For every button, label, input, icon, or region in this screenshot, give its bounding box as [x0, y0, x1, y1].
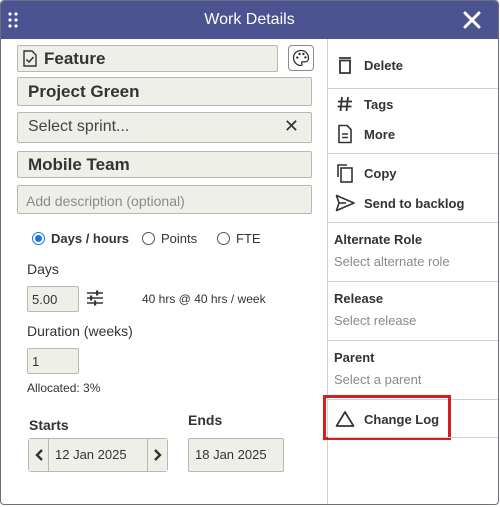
- hours-summary: 40 hrs @ 40 hrs / week: [142, 292, 266, 306]
- divider: [328, 281, 498, 282]
- sprint-placeholder: Select sprint...: [28, 118, 130, 135]
- release-section: Release Select release: [334, 291, 416, 328]
- start-date-picker: 12 Jan 2025: [28, 438, 168, 472]
- delete-button[interactable]: Delete: [328, 55, 498, 75]
- ends-label: Ends: [188, 412, 223, 428]
- hash-icon: [335, 94, 355, 114]
- parent-section: Parent Select a parent: [334, 350, 421, 387]
- days-label: Days: [27, 261, 59, 277]
- work-type-label: Feature: [44, 49, 106, 68]
- project-value: Project Green: [28, 82, 140, 101]
- radio-label: Days / hours: [51, 231, 130, 246]
- chevron-left-icon: [35, 449, 43, 461]
- days-input[interactable]: 5.00: [27, 286, 79, 312]
- change-log-button[interactable]: Change Log: [328, 407, 498, 431]
- send-to-backlog-button[interactable]: Send to backlog: [328, 193, 498, 213]
- duration-label: Duration (weeks): [27, 323, 133, 339]
- trash-icon: [335, 55, 355, 75]
- release-select[interactable]: Select release: [334, 313, 416, 328]
- alternate-role-section: Alternate Role Select alternate role: [334, 232, 450, 269]
- start-date-value[interactable]: 12 Jan 2025: [55, 447, 127, 462]
- radio-label: FTE: [236, 231, 261, 246]
- description-input[interactable]: Add description (optional): [17, 185, 312, 214]
- parent-select[interactable]: Select a parent: [334, 372, 421, 387]
- more-label: More: [364, 126, 396, 142]
- radio-selected-indicator: [32, 232, 45, 245]
- end-date-field[interactable]: 18 Jan 2025: [188, 438, 284, 472]
- radio-label: Points: [161, 231, 198, 246]
- tags-button[interactable]: Tags: [328, 94, 498, 114]
- adjust-icon[interactable]: [86, 290, 104, 306]
- team-field[interactable]: Mobile Team: [17, 151, 312, 178]
- divider: [328, 153, 498, 154]
- dialog-title: Work Details: [204, 11, 295, 28]
- copy-button[interactable]: Copy: [328, 163, 498, 183]
- duration-input[interactable]: 1: [27, 348, 79, 374]
- radio-indicator: [142, 232, 155, 245]
- team-value: Mobile Team: [28, 155, 130, 174]
- title-bar: Work Details: [1, 1, 498, 39]
- divider: [328, 340, 498, 341]
- alternate-role-select[interactable]: Select alternate role: [334, 254, 450, 269]
- chevron-right-icon: [154, 449, 162, 461]
- delete-label: Delete: [364, 57, 404, 73]
- send-icon: [335, 193, 355, 213]
- divider: [328, 88, 498, 89]
- actions-sidebar: Delete Tags More Copy Send to backlog Al…: [323, 39, 498, 504]
- end-date-value: 18 Jan 2025: [195, 447, 267, 462]
- project-field[interactable]: Project Green: [17, 77, 312, 106]
- alternate-role-label: Alternate Role: [334, 232, 423, 247]
- tags-label: Tags: [364, 96, 394, 112]
- divider: [328, 437, 498, 438]
- sprint-select[interactable]: Select sprint... ✕: [17, 112, 312, 143]
- checklist-icon: [23, 50, 37, 67]
- copy-label: Copy: [364, 165, 397, 181]
- radio-points[interactable]: Points: [142, 231, 197, 246]
- radio-fte[interactable]: FTE: [217, 231, 261, 246]
- starts-label: Starts: [29, 417, 69, 433]
- send-to-backlog-label: Send to backlog: [364, 195, 465, 211]
- close-icon[interactable]: [462, 10, 482, 30]
- color-palette-button[interactable]: [288, 45, 314, 71]
- radio-indicator: [217, 232, 230, 245]
- change-log-label: Change Log: [364, 411, 440, 427]
- work-type-field[interactable]: Feature: [17, 45, 278, 72]
- copy-icon: [335, 163, 355, 183]
- previous-date-button[interactable]: [29, 439, 49, 471]
- clear-sprint-icon[interactable]: ✕: [284, 116, 299, 137]
- work-details-dialog: Work Details Feature Project Green Selec…: [0, 0, 499, 505]
- radio-days-hours[interactable]: Days / hours: [32, 231, 129, 246]
- release-label: Release: [334, 291, 384, 306]
- more-button[interactable]: More: [328, 124, 498, 144]
- document-icon: [335, 124, 355, 144]
- divider: [328, 222, 498, 223]
- next-date-button[interactable]: [147, 439, 167, 471]
- triangle-icon: [335, 409, 355, 429]
- description-placeholder: Add description (optional): [26, 193, 185, 209]
- parent-label: Parent: [334, 350, 375, 365]
- palette-icon: [292, 49, 310, 67]
- allocated-text: Allocated: 3%: [27, 381, 101, 395]
